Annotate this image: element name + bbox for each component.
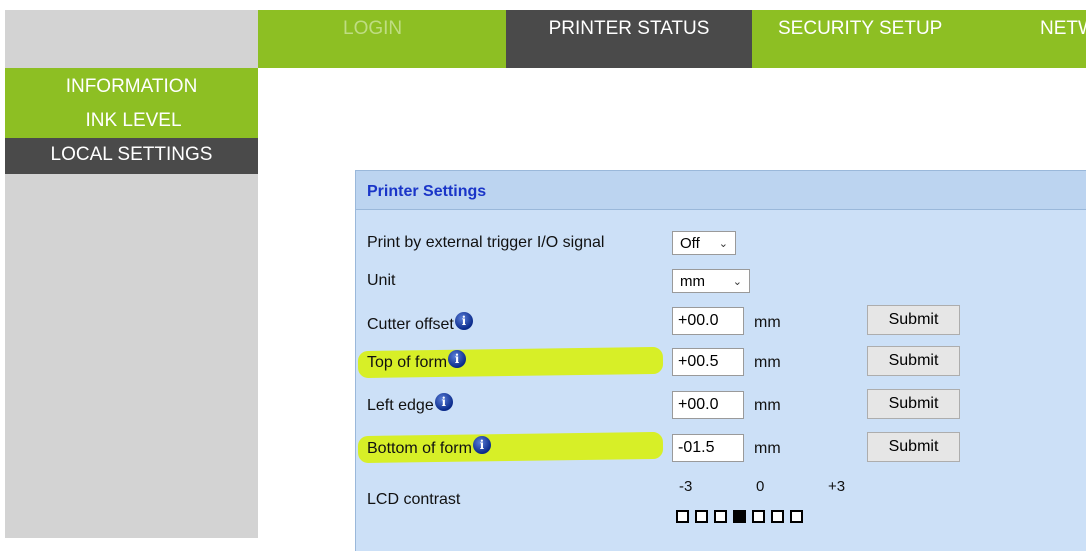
chevron-down-icon: ⌄ <box>732 276 742 288</box>
info-icon[interactable]: i <box>454 312 473 330</box>
sidebar-item-ink-level[interactable]: INK LEVEL <box>5 106 258 138</box>
left-edge-text: Left edge <box>367 397 434 414</box>
left-edge-input[interactable]: +00.0 <box>672 391 744 419</box>
bottom-of-form-unit: mm <box>754 440 781 457</box>
cutter-offset-input[interactable]: +00.0 <box>672 307 744 335</box>
tab-security-setup[interactable]: SECURITY SETUP <box>778 10 942 68</box>
lcd-contrast-level[interactable] <box>676 510 689 523</box>
lcd-contrast-level[interactable] <box>695 510 708 523</box>
cutter-offset-text: Cutter offset <box>367 316 454 333</box>
info-icon[interactable]: i <box>434 393 453 411</box>
lcd-max-label: +3 <box>828 478 846 495</box>
cutter-offset-label: Cutter offset i <box>367 312 473 334</box>
printer-settings-panel: Printer Settings Print by external trigg… <box>355 170 1086 551</box>
panel-title-bar: Printer Settings <box>356 171 1086 210</box>
sidebar-item-information[interactable]: INFORMATION <box>5 68 258 106</box>
top-of-form-unit: mm <box>754 354 781 371</box>
lcd-contrast-level[interactable] <box>752 510 765 523</box>
info-icon[interactable]: i <box>472 436 491 454</box>
top-of-form-submit-button[interactable]: Submit <box>867 346 960 376</box>
lcd-contrast-label: LCD contrast <box>367 491 461 508</box>
trigger-select[interactable]: Off ⌄ <box>672 231 736 255</box>
tab-network[interactable]: NETW <box>1040 10 1086 68</box>
left-edge-submit-button[interactable]: Submit <box>867 389 960 419</box>
lcd-contrast-level[interactable] <box>771 510 784 523</box>
lcd-mid-label: 0 <box>756 478 765 495</box>
left-edge-unit: mm <box>754 397 781 414</box>
left-edge-label: Left edge i <box>367 393 453 415</box>
cutter-offset-unit: mm <box>754 314 781 331</box>
bottom-of-form-text: Bottom of form <box>367 440 472 457</box>
top-of-form-text: Top of form <box>367 354 448 371</box>
lcd-contrast-level[interactable] <box>790 510 803 523</box>
info-icon[interactable]: i <box>448 350 467 368</box>
lcd-min-label: -3 <box>679 478 693 495</box>
unit-select-value: mm <box>680 273 705 290</box>
header-left-area <box>5 10 258 68</box>
lcd-contrast-level[interactable] <box>733 510 746 523</box>
sidebar: INFORMATION INK LEVEL LOCAL SETTINGS <box>5 68 258 538</box>
top-of-form-label: Top of form i <box>367 350 467 372</box>
sidebar-item-local-settings[interactable]: LOCAL SETTINGS <box>5 138 258 174</box>
tab-login[interactable]: LOGIN <box>343 10 402 68</box>
bottom-of-form-input[interactable]: -01.5 <box>672 434 744 462</box>
top-of-form-input[interactable]: +00.5 <box>672 348 744 376</box>
cutter-offset-submit-button[interactable]: Submit <box>867 305 960 335</box>
trigger-label: Print by external trigger I/O signal <box>367 234 605 251</box>
chevron-down-icon: ⌄ <box>718 238 728 250</box>
unit-label: Unit <box>367 272 396 289</box>
bottom-of-form-label: Bottom of form i <box>367 436 491 458</box>
panel-title: Printer Settings <box>367 183 487 200</box>
unit-select[interactable]: mm ⌄ <box>672 269 750 293</box>
top-navigation: LOGIN PRINTER STATUS SECURITY SETUP NETW <box>258 10 1086 68</box>
trigger-select-value: Off <box>680 235 700 252</box>
tab-printer-status[interactable]: PRINTER STATUS <box>506 10 752 68</box>
lcd-contrast-level[interactable] <box>714 510 727 523</box>
bottom-of-form-submit-button[interactable]: Submit <box>867 432 960 462</box>
